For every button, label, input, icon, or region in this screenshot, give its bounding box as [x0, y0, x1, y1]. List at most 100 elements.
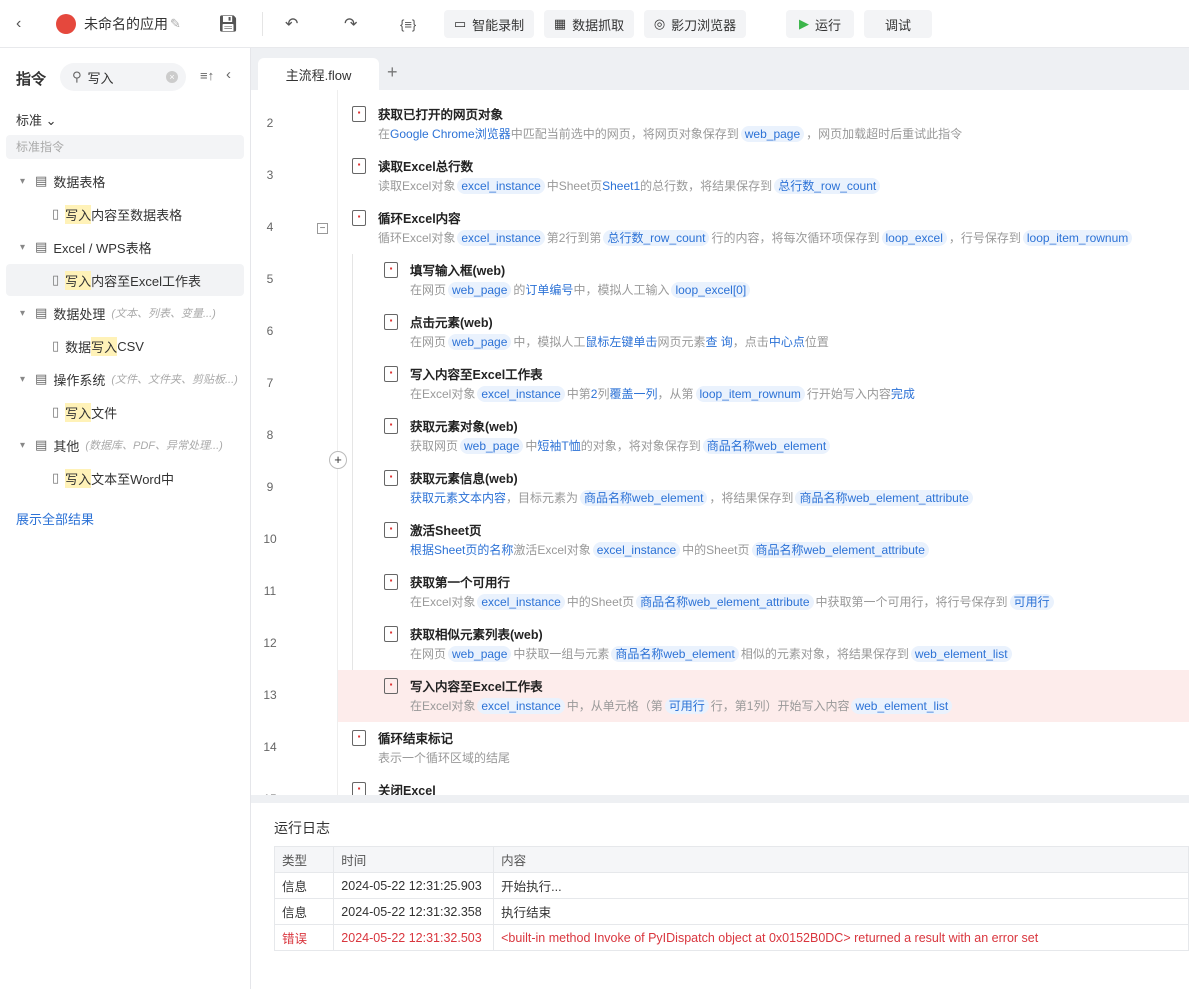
variable-pill[interactable]: excel_instance: [477, 594, 565, 610]
show-all-link[interactable]: 展示全部结果: [16, 509, 94, 528]
redo-icon[interactable]: ↷: [344, 0, 357, 48]
flow-step[interactable]: 11 ▪ 获取第一个可用行 在Excel对象 excel_instance 中的Sheet…: [258, 566, 1189, 618]
variable-pill[interactable]: 可用行: [1009, 594, 1054, 610]
desc-text: 在网页: [410, 647, 447, 661]
flow-step[interactable]: 14 ▪ 循环结束标记 表示一个循环区域的结尾: [258, 722, 1189, 774]
flow-step[interactable]: 8 ▪ 获取元素对象(web) 获取网页 web_page 中短袖T恤的对象，将对象保存到…: [258, 410, 1189, 462]
debug-button[interactable]: 调试: [864, 10, 932, 38]
flow-step[interactable]: 6 ▪ 点击元素(web) 在网页 web_page 中，模拟人工鼠标左键单击网页元素查 …: [258, 306, 1189, 358]
variable-pill[interactable]: excel_instance: [592, 542, 681, 558]
variable-pill[interactable]: 商品名称web_element: [611, 646, 739, 662]
variable-pill[interactable]: web_page: [448, 646, 512, 662]
category-icon: ▤: [35, 437, 48, 452]
clear-icon[interactable]: ×: [166, 71, 178, 83]
expand-arrow-icon[interactable]: ▾: [20, 374, 25, 385]
variable-pill[interactable]: loop_excel[0]: [671, 282, 751, 298]
tree-group[interactable]: ▾ ▤ 数据处理 (文本、列表、变量...): [6, 297, 244, 329]
log-time: 2024-05-22 12:31:25.903: [333, 872, 495, 899]
flow-step[interactable]: 10 ▪ 激活Sheet页 根据Sheet页的名称激活Excel对象 excel_ins…: [258, 514, 1189, 566]
collapse-sidebar-icon[interactable]: ‹: [226, 66, 231, 83]
flow-step[interactable]: 7 ▪ 写入内容至Excel工作表 在Excel对象 excel_instance 中第2…: [258, 358, 1189, 410]
variable-pill[interactable]: web_page: [740, 126, 805, 142]
step-description: 在Google Chrome浏览器中匹配当前选中的网页，将网页对象保存到 web_…: [378, 125, 962, 142]
flow-step[interactable]: 4 − ▪ 循环Excel内容 循环Excel对象 excel_instance 第2行到第…: [258, 202, 1189, 254]
flow-step[interactable]: 12 ▪ 获取相似元素列表(web) 在网页 web_page 中获取一组与元素 商品名称w…: [258, 618, 1189, 670]
flow-step[interactable]: 5 ▪ 填写输入框(web) 在网页 web_page 的订单编号中，模拟人工输入 loop…: [258, 254, 1189, 306]
search-input[interactable]: ⚲ 写入 ×: [60, 63, 186, 91]
data-scrape-button[interactable]: ▦ 数据抓取: [544, 10, 634, 38]
app-title[interactable]: 未命名的应用: [84, 0, 168, 48]
sort-icon[interactable]: ≡↑: [200, 68, 214, 83]
flow-step[interactable]: 3 ▪ 读取Excel总行数 读取Excel对象 excel_instance 中Shee…: [258, 150, 1189, 202]
command-item[interactable]: ▯ 写入 文本至Word中: [6, 462, 244, 494]
variable-pill[interactable]: 商品名称web_element_attribute: [636, 594, 814, 610]
add-step-icon[interactable]: +: [329, 451, 347, 469]
tree-group[interactable]: ▾ ▤ 数据表格: [6, 165, 244, 197]
variable-pill[interactable]: loop_excel: [881, 230, 947, 246]
variable-pill[interactable]: web_page: [460, 438, 524, 454]
command-item[interactable]: ▯ 数据 写入 CSV: [6, 330, 244, 362]
desc-text: 中匹配当前选中的网页，将网页对象保存到: [510, 127, 739, 141]
flow-step[interactable]: 2 ▪ 获取已打开的网页对象 在Google Chrome浏览器中匹配当前选中的网页，…: [258, 98, 1189, 150]
command-icon: ▯: [52, 404, 60, 419]
sidebar-title: 指令: [16, 71, 47, 88]
play-icon: ▶: [798, 16, 809, 31]
variables-icon[interactable]: {≡}: [400, 0, 416, 48]
flow-step[interactable]: 9 ▪ 获取元素信息(web) 获取元素文本内容，目标元素为 商品名称web_eleme…: [258, 462, 1189, 514]
line-number: 12: [263, 636, 277, 650]
undo-icon[interactable]: ↶: [285, 0, 298, 48]
param-link[interactable]: 查 询: [705, 335, 732, 349]
add-tab-icon[interactable]: +: [387, 62, 398, 83]
save-icon[interactable]: 💾︎: [218, 0, 238, 48]
tab-main-flow[interactable]: 主流程.flow: [258, 58, 379, 90]
variable-pill[interactable]: web_page: [448, 282, 512, 298]
variable-pill[interactable]: loop_item_rownum: [695, 386, 805, 402]
back-icon[interactable]: ‹: [16, 0, 21, 48]
tree-group[interactable]: ▾ ▤ Excel / WPS表格: [6, 231, 244, 263]
variable-pill[interactable]: 可用行: [664, 698, 709, 714]
param-link[interactable]: 中心点: [769, 335, 805, 349]
browser-button[interactable]: ◎ 影刀浏览器: [644, 10, 746, 38]
variable-pill[interactable]: 总行数_row_count: [603, 230, 710, 246]
variable-pill[interactable]: 商品名称web_element_attribute: [751, 542, 929, 558]
variable-pill[interactable]: 商品名称web_element: [702, 438, 831, 454]
variable-pill[interactable]: excel_instance: [477, 698, 565, 714]
expand-arrow-icon[interactable]: ▾: [20, 242, 25, 253]
flow-step[interactable]: 13 ▪ 写入内容至Excel工作表 在Excel对象 excel_instance 中，…: [263, 670, 1189, 722]
category-dropdown[interactable]: 标准 ⌄: [16, 110, 57, 129]
param-link[interactable]: 完成: [891, 387, 915, 401]
param-link[interactable]: 订单编号: [525, 283, 573, 297]
param-link[interactable]: Google Chrome浏览器: [390, 127, 511, 141]
param-link[interactable]: 短袖T恤: [537, 439, 580, 453]
variable-pill[interactable]: excel_instance: [457, 178, 545, 194]
variable-pill[interactable]: excel_instance: [457, 230, 545, 246]
param-link[interactable]: 获取元素文本内容: [410, 491, 506, 505]
param-link[interactable]: 根据Sheet页的名称: [410, 543, 513, 557]
param-link[interactable]: Sheet1: [602, 179, 640, 193]
tree-group[interactable]: ▾ ▤ 操作系统 (文件、文件夹、剪贴板...): [6, 363, 244, 395]
command-item[interactable]: ▯ 写入 内容至数据表格: [6, 198, 244, 230]
variable-pill[interactable]: 商品名称web_element: [580, 490, 708, 506]
variable-pill[interactable]: web_page: [448, 334, 512, 350]
param-link[interactable]: 覆盖一列: [609, 387, 657, 401]
tree-group[interactable]: ▾ ▤ 其他 (数据库、PDF、异常处理...): [6, 429, 244, 461]
run-button[interactable]: ▶ 运行: [786, 10, 854, 38]
expand-arrow-icon[interactable]: ▾: [20, 176, 25, 187]
variable-pill[interactable]: web_element_list: [851, 698, 953, 714]
expand-arrow-icon[interactable]: ▾: [20, 308, 25, 319]
edit-icon[interactable]: ✎: [170, 0, 181, 48]
collapse-icon[interactable]: −: [317, 223, 328, 234]
variable-pill[interactable]: web_element_list: [910, 646, 1012, 662]
command-item[interactable]: ▯ 写入 文件: [6, 396, 244, 428]
command-item[interactable]: ▯ 写入 内容至Excel工作表: [6, 264, 244, 296]
expand-arrow-icon[interactable]: ▾: [20, 440, 25, 451]
variable-pill[interactable]: loop_item_rownum: [1022, 230, 1133, 246]
category-icon: ▤: [35, 371, 48, 386]
step-title: 循环结束标记: [378, 732, 454, 746]
desc-text: ，网页加载超时后重试此指令: [806, 127, 963, 141]
variable-pill[interactable]: 商品名称web_element_attribute: [795, 490, 973, 506]
variable-pill[interactable]: excel_instance: [477, 386, 565, 402]
variable-pill[interactable]: 总行数_row_count: [774, 178, 881, 194]
param-link[interactable]: 鼠标左键单击: [585, 335, 657, 349]
smart-record-button[interactable]: ▭ 智能录制: [444, 10, 534, 38]
